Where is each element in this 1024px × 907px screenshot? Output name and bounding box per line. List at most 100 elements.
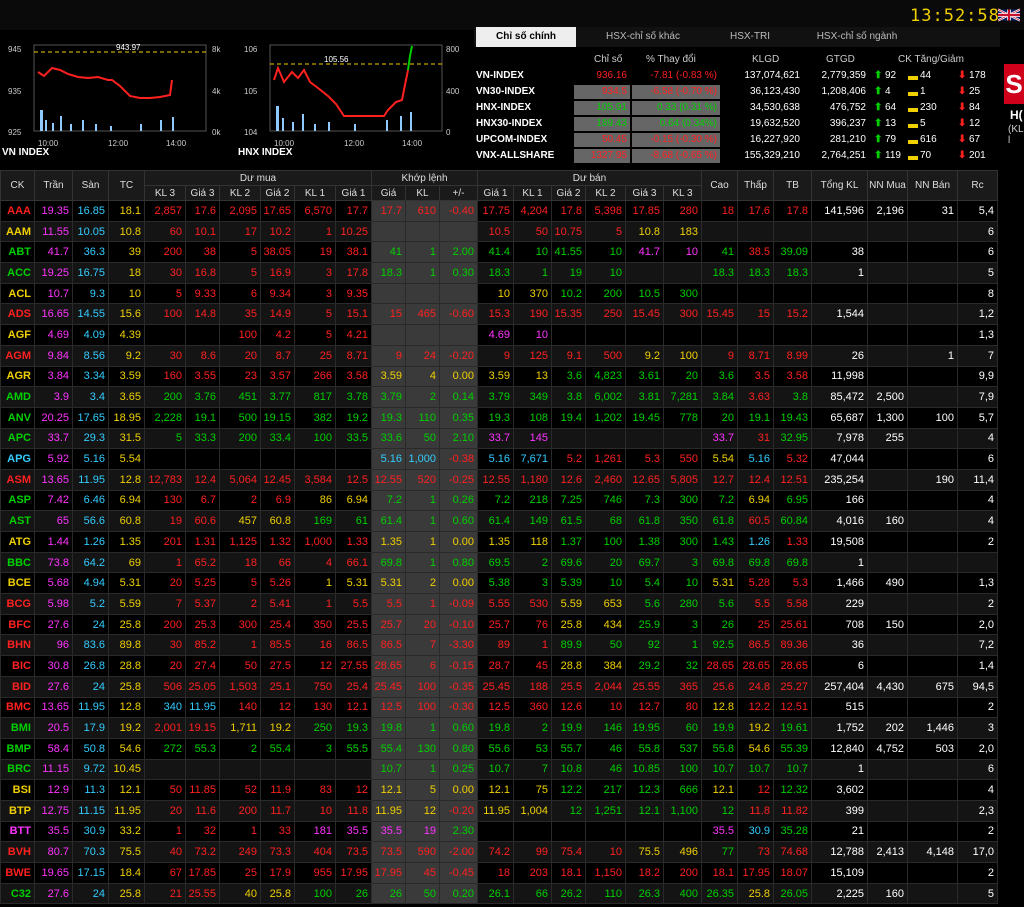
stock-row[interactable]: BRC 11.15 9.72 10.45 10.7 1 0.25 10.7 7 10.8 46 10.…	[0, 758, 998, 781]
stock-cell: 5.26	[260, 572, 295, 595]
stock-row[interactable]: AAM 11.55 10.05 10.8 60 10.1 17 10.2 1 10.25 10.5 5…	[0, 220, 998, 243]
index-row[interactable]: VNX-ALLSHARE 1327.95 -8.68 (-0.65 %) 155,32…	[474, 148, 1000, 164]
stock-row[interactable]: APC 33.7 29.3 31.5 5 33.3 200 33.4 100 33.5 33.6 50…	[0, 427, 998, 450]
stock-symbol[interactable]: BSI	[0, 779, 35, 801]
stock-row[interactable]: AGF 4.69 4.09 4.39 100 4.2 5 4.21 4.69 10 1,3	[0, 324, 998, 346]
stock-row[interactable]: BIC 30.8 26.8 28.8 20 27.4 50 27.5 12 27.55 28.65 6…	[0, 655, 998, 677]
stock-symbol[interactable]: BWE	[0, 862, 35, 884]
stock-row[interactable]: BHN 96 83.6 89.8 30 85.2 1 85.5 16 86.5 86.5 7 -3.30…	[0, 634, 998, 657]
stock-row[interactable]: ACC 19.25 16.75 18 30 16.8 5 16.9 3 17.8 18.3 1 0.30…	[0, 262, 998, 284]
stock-symbol[interactable]: C32	[0, 882, 35, 905]
stock-row[interactable]: BWE 19.65 17.15 18.4 67 17.85 25 17.9 955 17.95 17…	[0, 862, 998, 884]
stock-symbol[interactable]: BIC	[0, 655, 35, 677]
stock-row[interactable]: AST 65 56.6 60.8 19 60.6 457 60.8 169 61 61.4 1 0.60…	[0, 510, 998, 532]
stock-symbol[interactable]: BHN	[0, 634, 35, 657]
tab-hsx-other[interactable]: HSX-chỉ số khác	[578, 27, 708, 47]
stock-cell: 4	[957, 489, 998, 512]
stock-symbol[interactable]: APG	[0, 448, 35, 470]
stock-symbol[interactable]: BMI	[0, 717, 35, 739]
index-row[interactable]: VN-INDEX 936.16 -7.81 (-0.83 %) 137,074,621…	[474, 68, 1000, 84]
tab-hsx-tri[interactable]: HSX-TRI	[710, 27, 790, 47]
index-row[interactable]: UPCOM-INDEX 50.45 -0.15 (-0.30 %) 16,227,92…	[474, 132, 1000, 148]
stock-row[interactable]: BCG 5.98 5.2 5.59 7 5.37 2 5.41 1 5.5 5.5 1 -0.09 5.5…	[0, 593, 998, 615]
stock-symbol[interactable]: ASP	[0, 489, 35, 512]
stock-symbol[interactable]: AST	[0, 510, 35, 532]
stock-symbol[interactable]: AMD	[0, 386, 35, 408]
stock-row[interactable]: AGR 3.84 3.34 3.59 160 3.55 23 3.57 266 3.58 3.59 4…	[0, 365, 998, 388]
stock-symbol[interactable]: AAM	[0, 220, 35, 243]
stock-cell: 19.9	[701, 717, 738, 739]
down-arrow-icon: ⬇	[958, 134, 967, 145]
stock-symbol[interactable]: BRC	[0, 758, 35, 781]
stock-symbol[interactable]: AGM	[0, 344, 35, 367]
stock-row[interactable]: BMP 58.4 50.8 54.6 272 55.3 2 55.4 3 55.5 55.4 130 0…	[0, 737, 998, 760]
stock-symbol[interactable]: BTP	[0, 799, 35, 822]
stock-symbol[interactable]: AGF	[0, 324, 35, 346]
stock-symbol[interactable]: BTT	[0, 820, 35, 843]
stock-row[interactable]: C32 27.6 24 25.8 21 25.55 40 25.8 100 26 26 50 0.20 2…	[0, 882, 998, 905]
stock-cell: 19.3	[371, 406, 406, 429]
stock-cell: 41	[701, 241, 738, 264]
x-tick: 14:00	[402, 139, 423, 148]
stock-row[interactable]: BVH 80.7 70.3 75.5 40 73.2 249 73.3 404 73.5 73.5 5…	[0, 841, 998, 863]
stock-symbol[interactable]: BVH	[0, 841, 35, 863]
stock-symbol[interactable]: APC	[0, 427, 35, 450]
stock-symbol[interactable]: ASM	[0, 468, 35, 491]
stock-cell: 11,998	[811, 365, 868, 388]
stock-cell: 55.8	[701, 737, 738, 760]
stock-row[interactable]: BMI 20.5 17.9 19.2 2,001 19.15 1,711 19.2 250 19.…	[0, 717, 998, 739]
stock-symbol[interactable]: BBC	[0, 551, 35, 574]
stock-cell: 3.79	[371, 386, 406, 408]
stock-symbol[interactable]: AGR	[0, 365, 35, 388]
uk-flag-icon[interactable]	[998, 8, 1020, 22]
stock-cell: 35.5	[34, 820, 73, 843]
stock-row[interactable]: BSI 12.9 11.3 12.1 50 11.85 52 11.9 83 12 12.1 5 0.0…	[0, 779, 998, 801]
stock-symbol[interactable]: BMP	[0, 737, 35, 760]
index-row[interactable]: VN30-INDEX 934.5 -6.58 (-0.70 %) 36,123,430…	[474, 84, 1000, 100]
stock-row[interactable]: APG 5.92 5.16 5.54 5.16 1,000 -0.38 5.16 7,671 5.…	[0, 448, 998, 470]
stock-cell: 200	[144, 613, 186, 636]
stock-row[interactable]: ACL 10.7 9.3 10 5 9.33 6 9.34 3 9.35 10 370 10.2 200 1…	[0, 282, 998, 305]
index-row[interactable]: HNX30-INDEX 189.43 0.64 (0.34%) 19,632,520 3…	[474, 116, 1000, 132]
stock-cell: 26.05	[773, 882, 812, 905]
stock-row[interactable]: ASP 7.42 6.46 6.94 130 6.7 2 6.9 86 6.94 7.2 1 0.26 7…	[0, 489, 998, 512]
stock-row[interactable]: BCE 5.68 4.94 5.31 20 5.25 5 5.26 1 5.31 5.31 2 0.00…	[0, 572, 998, 595]
stock-cell: 12.5	[335, 468, 372, 491]
stock-row[interactable]: ASM 13.65 11.95 12.8 12,783 12.4 5,064 12.45 3,5…	[0, 468, 998, 491]
stock-row[interactable]: BID 27.6 24 25.8 506 25.05 1,503 25.1 750 25.4 25.…	[0, 675, 998, 698]
stock-symbol[interactable]: BCE	[0, 572, 35, 595]
stock-row[interactable]: BFC 27.6 24 25.8 200 25.3 300 25.4 350 25.5 25.7 20…	[0, 613, 998, 636]
stock-cell: 4.21	[335, 324, 372, 346]
stock-symbol[interactable]: BFC	[0, 613, 35, 636]
stock-symbol[interactable]: BID	[0, 675, 35, 698]
stock-row[interactable]: ATG 1.44 1.26 1.35 201 1.31 1,125 1.32 1,000 1.33…	[0, 531, 998, 553]
stock-symbol[interactable]: BCG	[0, 593, 35, 615]
stock-row[interactable]: ABT 41.7 36.3 39 200 38 5 38.05 19 38.1 41 1 2.00 41.…	[0, 241, 998, 264]
stock-row[interactable]: ADS 16.65 14.55 15.6 100 14.8 35 14.9 5 15.1 15 465…	[0, 303, 998, 326]
stock-cell: 29.3	[72, 427, 109, 450]
stock-symbol[interactable]: AAA	[0, 200, 35, 222]
stock-symbol[interactable]: ADS	[0, 303, 35, 326]
stock-symbol[interactable]: ACL	[0, 282, 35, 305]
stock-row[interactable]: AMD 3.9 3.4 3.65 200 3.76 451 3.77 817 3.78 3.79 2 0…	[0, 386, 998, 408]
stock-symbol[interactable]: ABT	[0, 241, 35, 264]
stock-cell: 46	[585, 737, 626, 760]
stock-row[interactable]: BTT 35.5 30.9 33.2 1 32 1 33 181 35.5 35.5 19 2.30 35…	[0, 820, 998, 843]
stock-symbol[interactable]: ATG	[0, 531, 35, 553]
stock-cell: 169	[294, 510, 336, 532]
stock-cell: 1.26	[72, 531, 109, 553]
stock-symbol[interactable]: ACC	[0, 262, 35, 284]
stock-row[interactable]: ANV 20.25 17.65 18.95 2,228 19.1 500 19.15 382 19…	[0, 406, 998, 429]
tab-hsx-sector[interactable]: HSX-chỉ số ngành	[792, 27, 922, 47]
stock-row[interactable]: BBC 73.8 64.2 69 1 65.2 18 66 4 66.1 69.8 1 0.80 69.5…	[0, 551, 998, 574]
tab-main-index[interactable]: Chỉ số chính	[476, 27, 576, 47]
stock-row[interactable]: BMC 13.65 11.95 12.8 340 11.95 140 12 130 12.1 12.…	[0, 696, 998, 719]
stock-row[interactable]: BTP 12.75 11.15 11.95 20 11.6 200 11.7 10 11.8 11.…	[0, 799, 998, 822]
ref-bar-icon	[908, 124, 918, 128]
stock-cell: 60	[144, 220, 186, 243]
stock-row[interactable]: AAA 19.35 16.85 18.1 2,857 17.6 2,095 17.65 6,57…	[0, 200, 998, 222]
stock-symbol[interactable]: BMC	[0, 696, 35, 719]
stock-symbol[interactable]: ANV	[0, 406, 35, 429]
index-row[interactable]: HNX-INDEX 105.91 0.33 (0.31 %) 34,530,638 47…	[474, 100, 1000, 116]
stock-row[interactable]: AGM 9.84 8.56 9.2 30 8.6 20 8.7 25 8.71 9 24 -0.20 9 1…	[0, 344, 998, 367]
